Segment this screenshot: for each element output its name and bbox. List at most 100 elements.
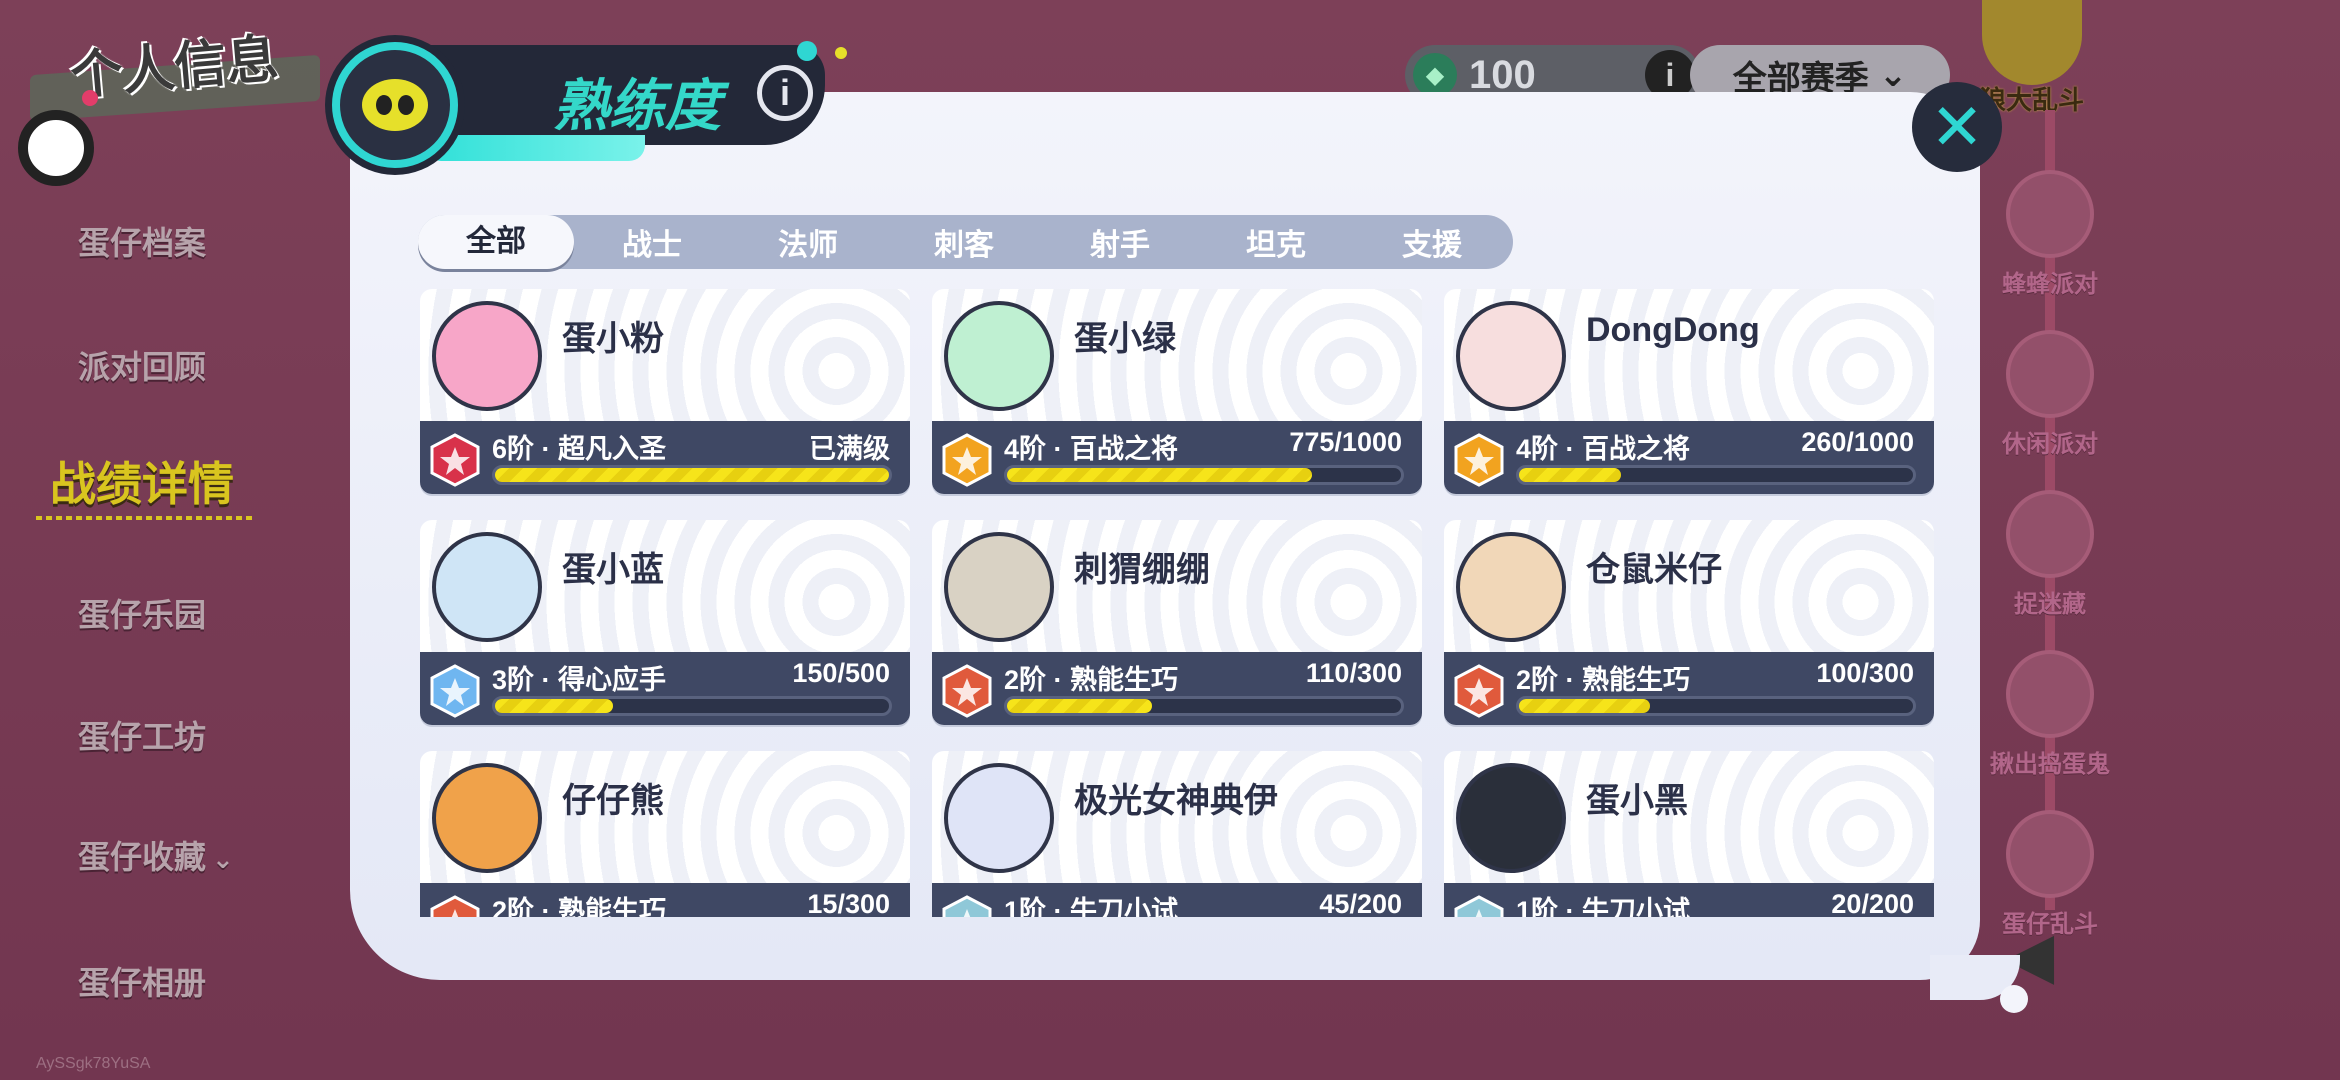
side-nav-label: 蛋仔工坊 [78, 719, 207, 755]
tab-2[interactable]: 法师 [730, 220, 886, 264]
side-nav-label: 战绩详情 [50, 458, 234, 510]
score-label: 20/200 [1831, 889, 1914, 917]
hero-card[interactable]: 蛋小粉 6阶 · 超凡入圣 已满级 [420, 289, 910, 494]
side-nav-label: 派对回顾 [78, 349, 207, 385]
hero-name: 蛋小黑 [1586, 782, 1688, 820]
rank-badge-icon [940, 895, 994, 917]
rank-label: 4阶 · 百战之将 [1004, 434, 1179, 464]
mode-rail-item[interactable]: 休闲派对 [1985, 330, 2115, 459]
watermark: AySSgk78YuSA [36, 1055, 151, 1072]
mode-logo[interactable]: 狼大乱斗 [1980, 0, 2110, 120]
mode-label: 蜂蜂派对 [2002, 271, 2098, 298]
sparkle-decoration [797, 41, 817, 61]
rank-label: 4阶 · 百战之将 [1516, 434, 1691, 464]
proficiency-bar: 2阶 · 熟能生巧 110/300 [932, 652, 1422, 725]
tab-0[interactable]: 全部 [418, 215, 574, 269]
tab-6[interactable]: 支援 [1354, 220, 1510, 264]
proficiency-bar: 2阶 · 熟能生巧 15/300 [420, 883, 910, 917]
close-button[interactable]: ✕ [1912, 82, 2002, 172]
hero-name: 极光女神典伊 [1074, 782, 1278, 820]
side-nav-item[interactable]: 蛋仔乐园 [78, 590, 206, 636]
currency-value: 100 [1469, 52, 1536, 97]
hero-avatar [432, 532, 542, 642]
proficiency-bar: 6阶 · 超凡入圣 已满级 [420, 421, 910, 494]
progress-fill [495, 699, 614, 713]
role-tabs: 全部 战士 法师 刺客 射手 坦克 支援 [418, 215, 1513, 269]
info-icon[interactable]: i [757, 65, 813, 121]
hero-card[interactable]: 蛋小黑 1阶 · 牛刀小试 20/200 [1444, 751, 1934, 917]
proficiency-bar: 1阶 · 牛刀小试 20/200 [1444, 883, 1934, 917]
hero-name: 蛋小粉 [562, 320, 664, 358]
hero-card[interactable]: 蛋小绿 4阶 · 百战之将 775/1000 [932, 289, 1422, 494]
mode-label: 揪出捣蛋鬼 [1990, 751, 2110, 778]
proficiency-bar: 4阶 · 百战之将 775/1000 [932, 421, 1422, 494]
score-label: 45/200 [1319, 889, 1402, 917]
rank-badge-icon [1452, 664, 1506, 718]
mode-icon [2006, 490, 2094, 578]
tab-1[interactable]: 战士 [574, 220, 730, 264]
rank-label: 2阶 · 熟能生巧 [1004, 665, 1179, 695]
hero-avatar [1456, 301, 1566, 411]
progress-fill [495, 468, 889, 482]
active-underline [36, 516, 256, 520]
progress-fill [1007, 468, 1313, 482]
mode-label: 捉迷藏 [2014, 591, 2086, 618]
mode-rail-item[interactable]: 揪出捣蛋鬼 [1985, 650, 2115, 779]
hero-avatar [432, 301, 542, 411]
hero-name: 蛋小蓝 [562, 551, 664, 589]
mode-icon [2006, 810, 2094, 898]
side-nav-item[interactable]: 蛋仔档案 [78, 218, 206, 264]
mode-rail-item[interactable]: 捉迷藏 [1985, 490, 2115, 619]
tab-4[interactable]: 射手 [1042, 220, 1198, 264]
modal-tail-dot [2000, 985, 2028, 1013]
rank-badge-icon [428, 433, 482, 487]
side-nav-label: 蛋仔收藏 [78, 839, 207, 875]
mode-label: 休闲派对 [2002, 431, 2098, 458]
hero-card[interactable]: 仓鼠米仔 2阶 · 熟能生巧 100/300 [1444, 520, 1934, 725]
hero-card[interactable]: DongDong 4阶 · 百战之将 260/1000 [1444, 289, 1934, 494]
chevron-down-icon: ⌄ [212, 844, 234, 874]
score-label: 已满级 [809, 434, 890, 464]
hero-card[interactable]: 仔仔熊 2阶 · 熟能生巧 15/300 [420, 751, 910, 917]
score-label: 110/300 [1305, 658, 1402, 688]
side-nav-item[interactable]: 蛋仔工坊 [78, 712, 206, 758]
rank-badge-icon [940, 664, 994, 718]
hero-name: 蛋小绿 [1074, 320, 1176, 358]
side-nav-item[interactable]: 蛋仔收藏 ⌄ [78, 832, 234, 878]
rank-label: 2阶 · 熟能生巧 [492, 896, 667, 917]
tab-5[interactable]: 坦克 [1198, 220, 1354, 264]
rank-badge-icon [428, 895, 482, 917]
progress-fill [1007, 699, 1152, 713]
hero-avatar [432, 763, 542, 873]
hero-card[interactable]: 极光女神典伊 1阶 · 牛刀小试 45/200 [932, 751, 1422, 917]
hero-card[interactable]: 刺猬绷绷 2阶 · 熟能生巧 110/300 [932, 520, 1422, 725]
proficiency-bar: 2阶 · 熟能生巧 100/300 [1444, 652, 1934, 725]
hero-card[interactable]: 蛋小蓝 3阶 · 得心应手 150/500 [420, 520, 910, 725]
modal-header: 熟练度 i [325, 35, 847, 175]
progress-track [1516, 465, 1916, 485]
side-nav-item[interactable]: 蛋仔相册 [78, 958, 206, 1004]
rank-badge-icon [428, 664, 482, 718]
rank-badge-icon [1452, 895, 1506, 917]
profile-avatar-button[interactable] [18, 110, 94, 186]
hero-avatar [944, 763, 1054, 873]
mode-icon [2006, 170, 2094, 258]
tab-3[interactable]: 刺客 [886, 220, 1042, 264]
progress-fill [1519, 699, 1651, 713]
side-nav-label: 蛋仔相册 [78, 965, 207, 1001]
hero-name: 仔仔熊 [562, 782, 664, 820]
mode-rail-item[interactable]: 蜂蜂派对 [1985, 170, 2115, 299]
progress-track [492, 465, 892, 485]
progress-track [492, 696, 892, 716]
side-nav-item[interactable]: 派对回顾 [78, 342, 206, 388]
score-label: 775/1000 [1289, 427, 1402, 457]
proficiency-icon [325, 35, 465, 175]
hero-name: 仓鼠米仔 [1586, 551, 1722, 589]
hero-card-grid: 蛋小粉 6阶 · 超凡入圣 已满级 蛋小绿 4阶 · 百战之将 775/1000 DongD… [420, 285, 1940, 917]
side-nav-label: 蛋仔乐园 [78, 597, 207, 633]
hero-name: DongDong [1586, 311, 1760, 349]
side-nav-item[interactable]: 战绩详情 [50, 448, 234, 514]
hero-avatar [1456, 763, 1566, 873]
progress-track [1516, 696, 1916, 716]
modal-title: 熟练度 [553, 74, 721, 137]
